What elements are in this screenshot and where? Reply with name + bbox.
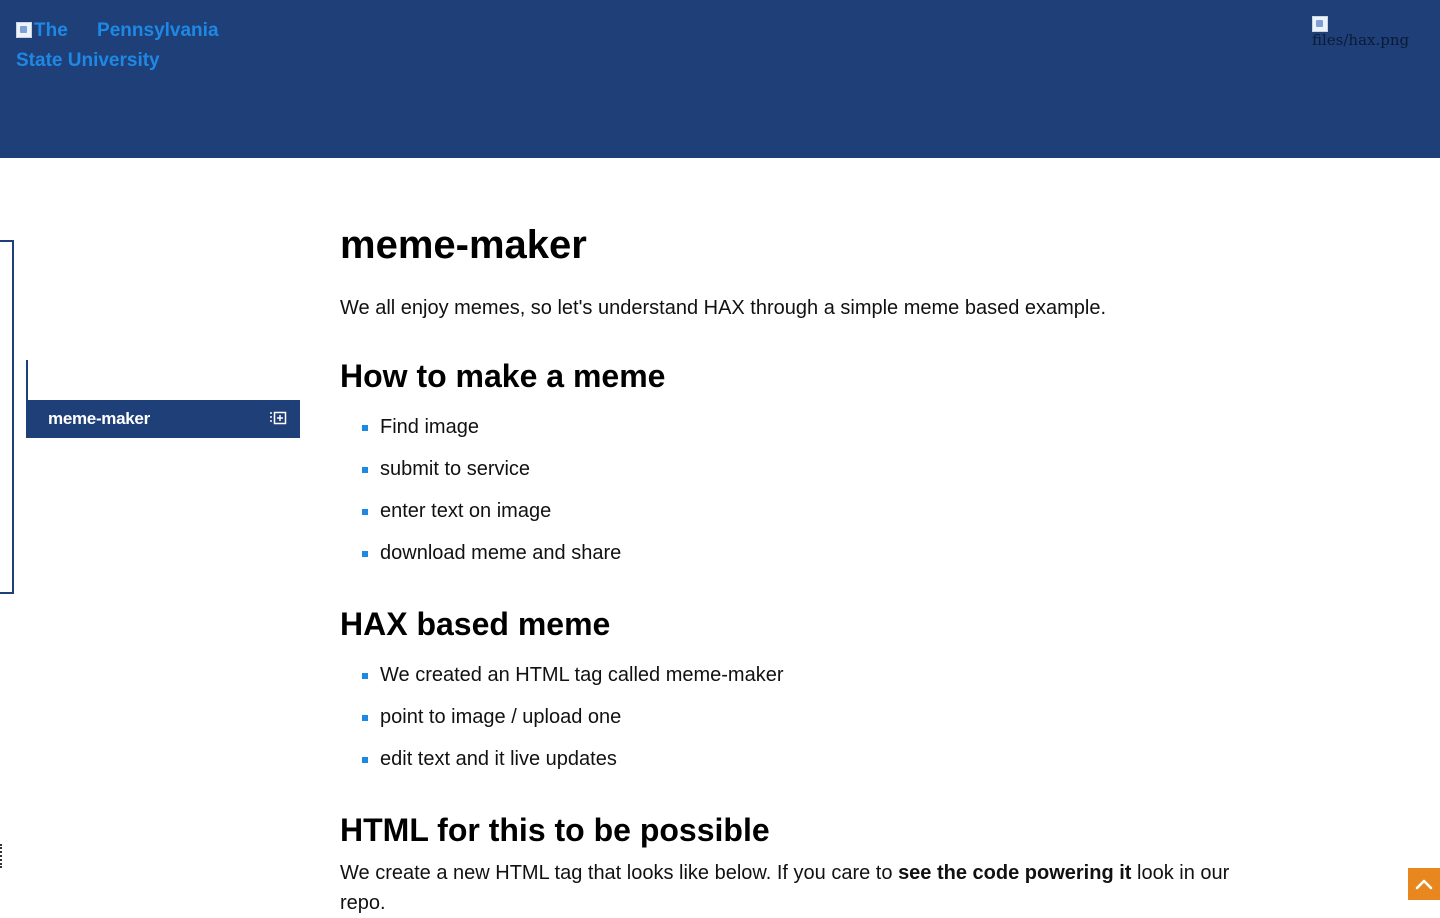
outline-expand-icon[interactable] xyxy=(270,410,288,426)
chevron-up-icon xyxy=(1415,879,1433,890)
list-item: submit to service xyxy=(360,448,1240,490)
hax-image-alt-text: files/hax.png xyxy=(1312,31,1410,49)
list-item: edit text and it live updates xyxy=(360,738,1240,780)
intro-paragraph: We all enjoy memes, so let's understand … xyxy=(340,297,1107,319)
steps-list: Find image submit to service enter text … xyxy=(340,406,1240,574)
code-link-text: see the code powering it xyxy=(898,862,1132,884)
menu-indent-rail xyxy=(26,360,28,400)
broken-image-icon xyxy=(1312,16,1328,32)
sidebar-item-meme-maker[interactable]: meme-maker xyxy=(26,400,300,438)
main-content: meme-maker We all enjoy memes, so let's … xyxy=(340,218,1240,918)
list-item: download meme and share xyxy=(360,532,1240,574)
hax-logo-image: files/hax.png xyxy=(1312,16,1422,50)
paragraph-text: We create a new HTML tag that looks like… xyxy=(340,862,893,884)
list-item: Find image xyxy=(360,406,1240,448)
list-item: point to image / upload one xyxy=(360,696,1240,738)
html-paragraph: We create a new HTML tag that looks like… xyxy=(340,858,1240,918)
section-heading: HTML for this to be possible xyxy=(340,812,770,848)
hax-list: We created an HTML tag called meme-maker… xyxy=(340,654,1240,780)
logo-alt-text: The Pennsylvania State University xyxy=(16,20,219,71)
sidebar-drawer-edge xyxy=(0,240,14,594)
resize-handle[interactable] xyxy=(0,844,2,868)
section-heading: How to make a meme xyxy=(340,358,666,394)
scroll-to-top-button[interactable] xyxy=(1408,868,1440,900)
page-title: meme-maker xyxy=(340,223,587,267)
university-logo-link[interactable]: The Pennsylvania State University xyxy=(16,16,236,76)
site-header: The Pennsylvania State University files/… xyxy=(0,0,1440,158)
list-item: enter text on image xyxy=(360,490,1240,532)
section-heading: HAX based meme xyxy=(340,606,611,642)
broken-image-icon xyxy=(16,22,32,38)
sidebar-item-label: meme-maker xyxy=(48,409,150,428)
list-item: We created an HTML tag called meme-maker xyxy=(360,654,1240,696)
